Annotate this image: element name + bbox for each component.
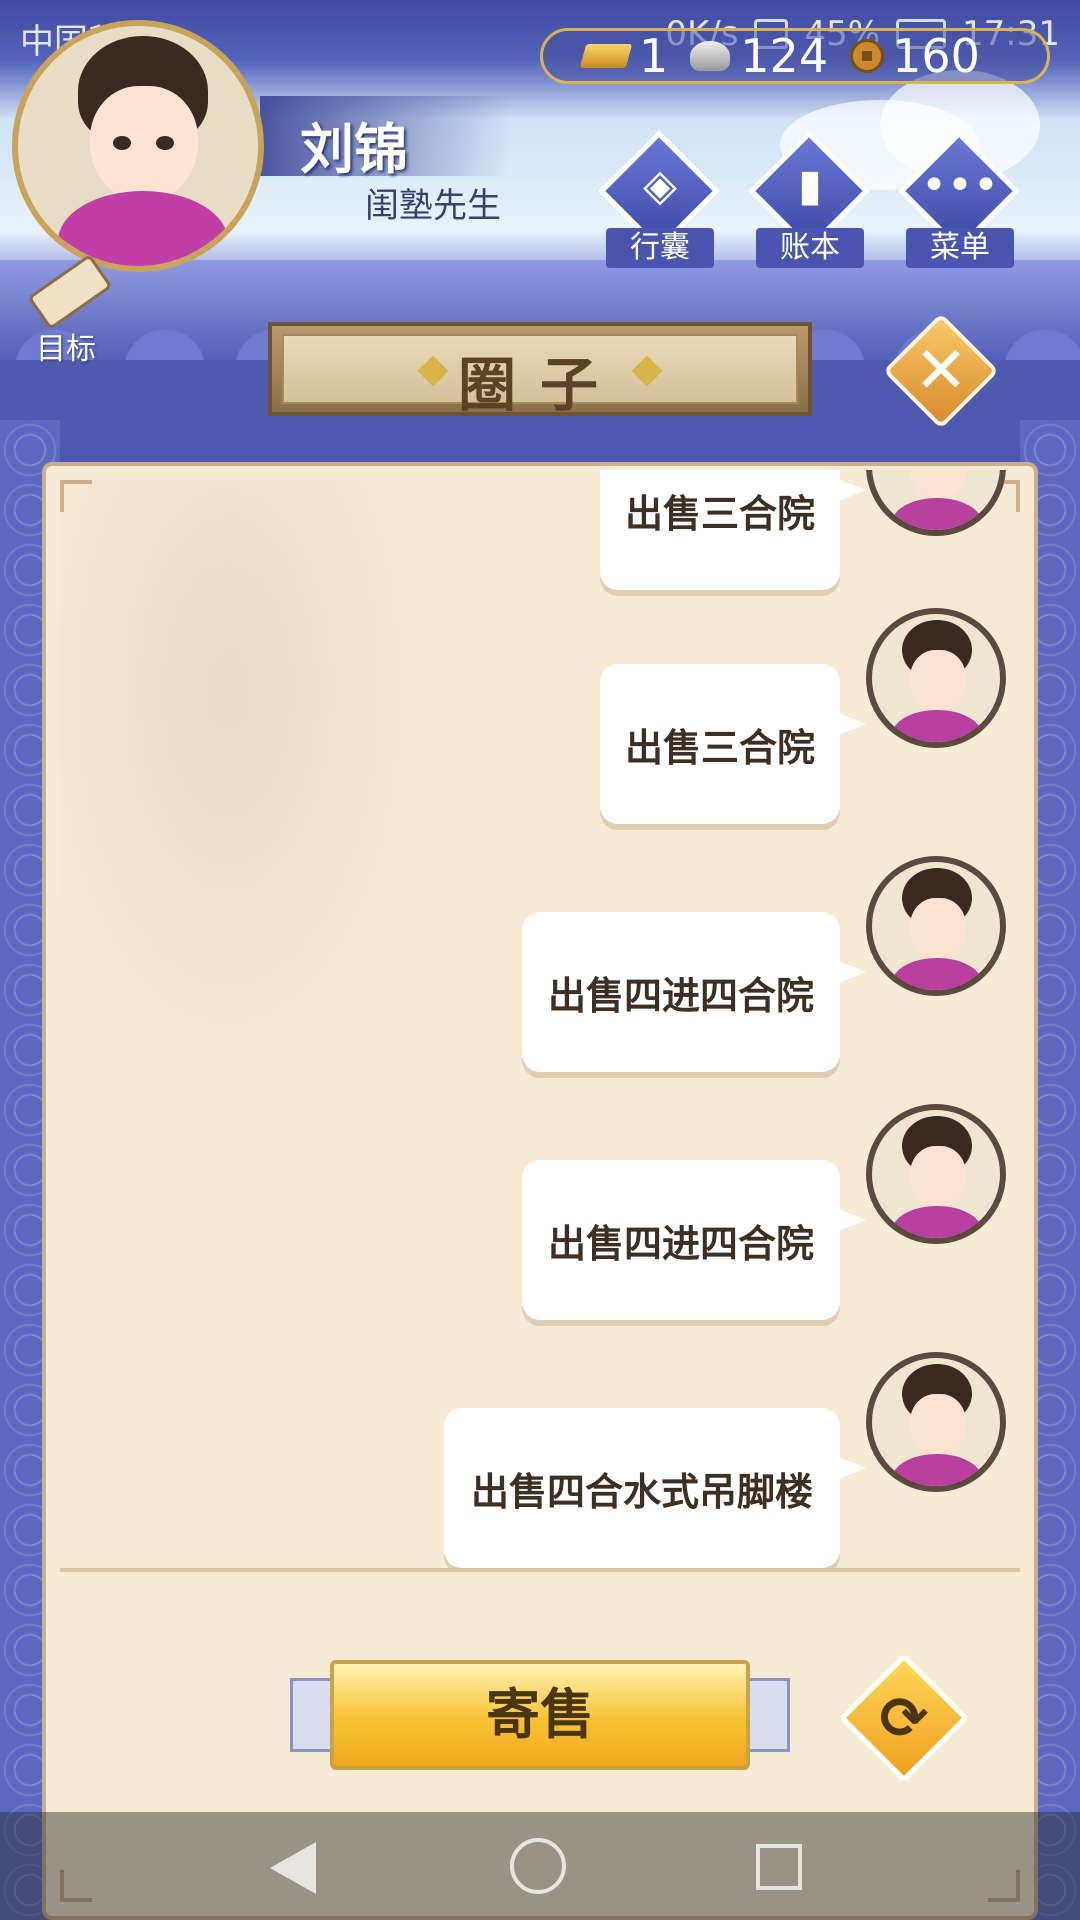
recents-icon[interactable]	[756, 1844, 802, 1890]
goal-label: 目标	[36, 332, 96, 367]
chat-message: 出售四进四合院	[50, 856, 1030, 1072]
chat-message: 出售四合水式吊脚楼	[50, 1352, 1030, 1568]
sender-avatar[interactable]	[866, 856, 1006, 996]
menu-dots-icon: •••	[921, 160, 999, 211]
chat-divider	[60, 1568, 1020, 1572]
chat-bubble[interactable]: 出售三合院	[600, 664, 866, 824]
chat-list[interactable]: 出售三合院 出售三合院 出售四进四合院 出售四进四合院 出售四合水式吊脚楼	[50, 470, 1030, 1570]
bag-icon: ◈	[643, 160, 677, 211]
bag-label: 行囊	[606, 228, 714, 268]
chat-bubble[interactable]: 出售四进四合院	[522, 912, 866, 1072]
sender-avatar[interactable]	[866, 1104, 1006, 1244]
panel-title: 圈子	[457, 351, 622, 419]
ledger-icon: ▮	[797, 160, 823, 211]
coin-amount: 160	[892, 29, 980, 83]
ledger-button[interactable]: ▮ 账本	[748, 130, 870, 270]
panel-title-banner: 圈子	[268, 322, 812, 419]
chat-message: 出售四进四合院	[50, 1104, 1030, 1320]
menu-label: 菜单	[906, 228, 1014, 268]
gold-counter: 1	[579, 29, 669, 83]
silver-amount: 124	[740, 29, 829, 83]
ledger-label: 账本	[756, 228, 864, 268]
sender-avatar[interactable]	[866, 470, 1006, 536]
consign-sell-button[interactable]: 寄售	[330, 1660, 750, 1770]
avatar-eye	[156, 136, 174, 150]
goal-button[interactable]: 目标	[14, 253, 124, 367]
silver-ingot-icon	[690, 41, 731, 71]
chat-bubble[interactable]: 出售四合水式吊脚楼	[444, 1408, 866, 1568]
close-icon[interactable]: ✕	[900, 330, 982, 412]
avatar-eye	[113, 136, 131, 150]
menu-button[interactable]: ••• 菜单	[898, 130, 1020, 270]
chat-bubble[interactable]: 出售四进四合院	[522, 1160, 866, 1320]
player-title: 闺塾先生	[365, 186, 501, 226]
refresh-icon[interactable]: ⟳	[858, 1672, 950, 1764]
gold-ingot-icon	[579, 44, 633, 68]
gold-amount: 1	[639, 29, 669, 83]
scroll-icon	[27, 253, 113, 331]
avatar-face	[90, 86, 198, 202]
chat-message: 出售三合院	[50, 470, 1030, 596]
currency-bar: 1 124 160	[540, 28, 1050, 84]
sender-avatar[interactable]	[866, 1352, 1006, 1492]
silver-counter: 124	[690, 29, 828, 83]
sender-avatar[interactable]	[866, 608, 1006, 748]
coin-counter: 160	[850, 29, 980, 83]
player-avatar[interactable]	[12, 20, 264, 272]
player-name: 刘锦	[300, 118, 408, 181]
chat-bubble[interactable]: 出售三合院	[600, 470, 866, 590]
copper-coin-icon	[850, 39, 885, 73]
chat-message: 出售三合院	[50, 608, 1030, 824]
back-icon[interactable]	[270, 1842, 316, 1894]
home-icon[interactable]	[510, 1838, 566, 1894]
android-nav-bar	[0, 1812, 1080, 1920]
bag-button[interactable]: ◈ 行囊	[598, 130, 720, 270]
